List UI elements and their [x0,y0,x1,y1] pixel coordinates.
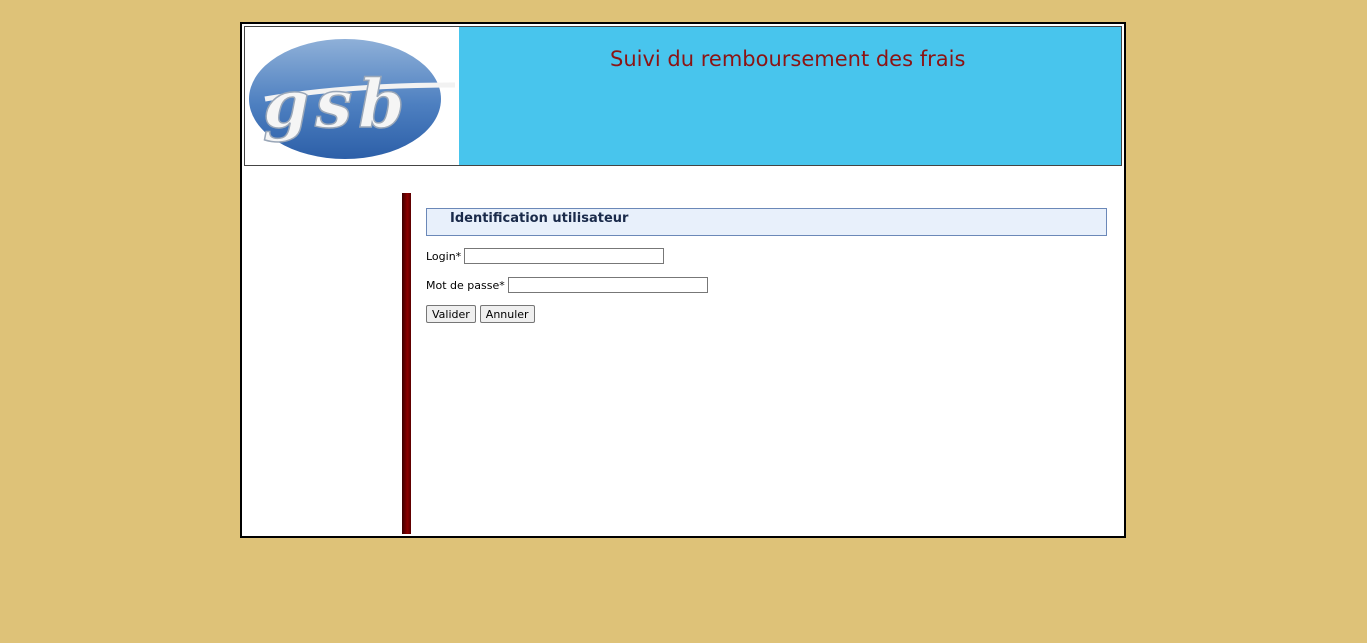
password-label: Mot de passe* [426,278,505,292]
header: gsb Suivi du remboursement des frais [244,26,1122,166]
cancel-button[interactable]: Annuler [479,305,535,323]
svg-text:gsb: gsb [263,65,410,143]
login-panel: Identification utilisateur Login* Mot de… [426,208,1116,323]
gsb-logo-icon: gsb [245,27,459,165]
password-row: Mot de passe* [426,276,1116,294]
form-buttons: Valider Annuler [426,305,1116,323]
section-title-box: Identification utilisateur [426,208,1107,236]
app-title: Suivi du remboursement des frais [610,47,966,71]
submit-button[interactable]: Valider [426,305,476,323]
page-container: gsb Suivi du remboursement des frais Ide… [240,22,1126,538]
login-input[interactable] [464,248,665,264]
password-input[interactable] [507,277,708,293]
menu-sidebar-bar [402,193,411,534]
login-row: Login* [426,247,1116,265]
gsb-logo: gsb [245,27,459,165]
section-title: Identification utilisateur [450,211,629,226]
login-label: Login* [426,249,462,263]
